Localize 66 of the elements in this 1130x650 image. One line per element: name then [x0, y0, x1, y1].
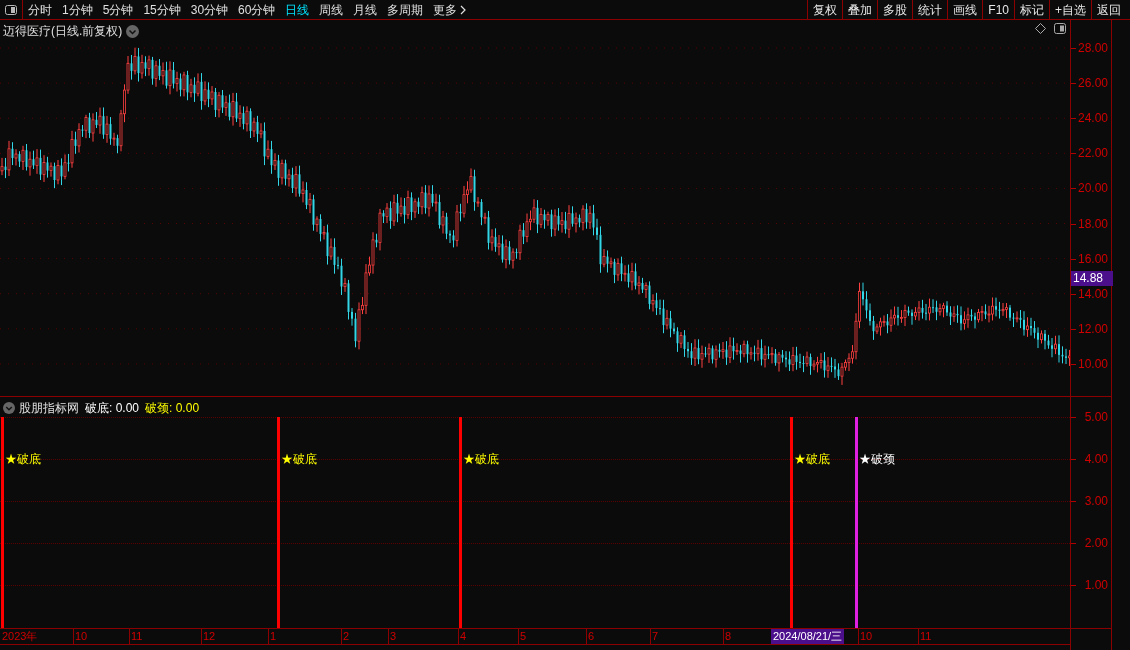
date-label: 6: [588, 629, 595, 644]
axis-label: 24.00: [1077, 111, 1108, 126]
indicator-value: 破底: 0.00: [85, 400, 140, 417]
period-tab[interactable]: 5分钟: [102, 0, 134, 19]
axis-label: 12.00: [1077, 321, 1108, 336]
axis-label: 26.00: [1077, 76, 1108, 91]
date-label: 3: [390, 629, 397, 644]
period-tab[interactable]: 30分钟: [190, 0, 229, 19]
toolbar-button[interactable]: 返回: [1091, 0, 1126, 20]
indicator-value: 破颈: 0.00: [145, 400, 200, 417]
date-label: 7: [652, 629, 659, 644]
axis-label: 22.00: [1077, 146, 1108, 161]
period-tab[interactable]: 月线: [353, 0, 378, 19]
more-link[interactable]: 更多: [433, 0, 458, 19]
toolbar-button[interactable]: 叠加: [842, 0, 878, 20]
cursor-date-label: 2024/08/21/三: [771, 629, 845, 644]
date-label: 11: [920, 629, 932, 644]
signal-label: ★破颈: [859, 452, 895, 466]
date-label: 5: [520, 629, 527, 644]
toolbar-button[interactable]: 统计: [912, 0, 948, 20]
date-label: 2023年: [2, 629, 38, 644]
panel-toggle-icon[interactable]: [1054, 23, 1066, 34]
axis-label: 4.00: [1084, 452, 1108, 466]
axis-label: 2.00: [1084, 536, 1108, 550]
period-tab[interactable]: 日线: [285, 0, 310, 19]
dropdown-icon[interactable]: [126, 24, 140, 38]
axis-label: 16.00: [1077, 251, 1108, 266]
chart-title: 迈得医疗(日线.前复权): [3, 23, 123, 40]
chevron-right-icon: [460, 4, 467, 15]
axis-label: 3.00: [1084, 494, 1108, 508]
diamond-icon[interactable]: [1035, 23, 1046, 34]
signal-label: ★破底: [794, 452, 830, 466]
axis-label: 5.00: [1084, 410, 1108, 424]
toolbar-button[interactable]: +自选: [1049, 0, 1091, 20]
toolbar-button[interactable]: 画线: [947, 0, 983, 20]
toolbar-button[interactable]: 复权: [807, 0, 843, 20]
period-tab[interactable]: 1分钟: [62, 0, 93, 19]
indicator-name: 股朋指标网: [19, 400, 79, 417]
dropdown-icon[interactable]: [3, 402, 15, 414]
toolbar-button[interactable]: F10: [982, 0, 1014, 20]
period-tab[interactable]: 分时: [28, 0, 52, 19]
date-label: 4: [460, 629, 467, 644]
current-price-label: 14.88: [1071, 271, 1113, 287]
panel-toggle-icon[interactable]: [5, 4, 17, 15]
period-tab[interactable]: 周线: [319, 0, 344, 19]
date-label: 10: [860, 629, 873, 644]
toolbar-button[interactable]: 多股: [877, 0, 913, 20]
date-label: 8: [725, 629, 732, 644]
period-tab[interactable]: 15分钟: [143, 0, 181, 19]
date-label: 12: [203, 629, 216, 644]
axis-label: 14.00: [1077, 286, 1108, 301]
date-label: 11: [131, 629, 143, 644]
axis-label: 20.00: [1077, 181, 1108, 196]
signal-label: ★破底: [281, 452, 317, 466]
date-label: 1: [270, 629, 277, 644]
date-label: 2: [343, 629, 350, 644]
period-tab[interactable]: 60分钟: [238, 0, 276, 19]
axis-label: 10.00: [1077, 356, 1108, 371]
signal-label: ★破底: [5, 452, 41, 466]
date-label: 10: [75, 629, 88, 644]
toolbar-button[interactable]: 标记: [1014, 0, 1049, 20]
period-tab[interactable]: 多周期: [387, 0, 424, 19]
axis-label: 1.00: [1084, 578, 1108, 592]
signal-label: ★破底: [463, 452, 499, 466]
axis-label: 18.00: [1077, 216, 1108, 231]
axis-label: 28.00: [1077, 41, 1108, 55]
